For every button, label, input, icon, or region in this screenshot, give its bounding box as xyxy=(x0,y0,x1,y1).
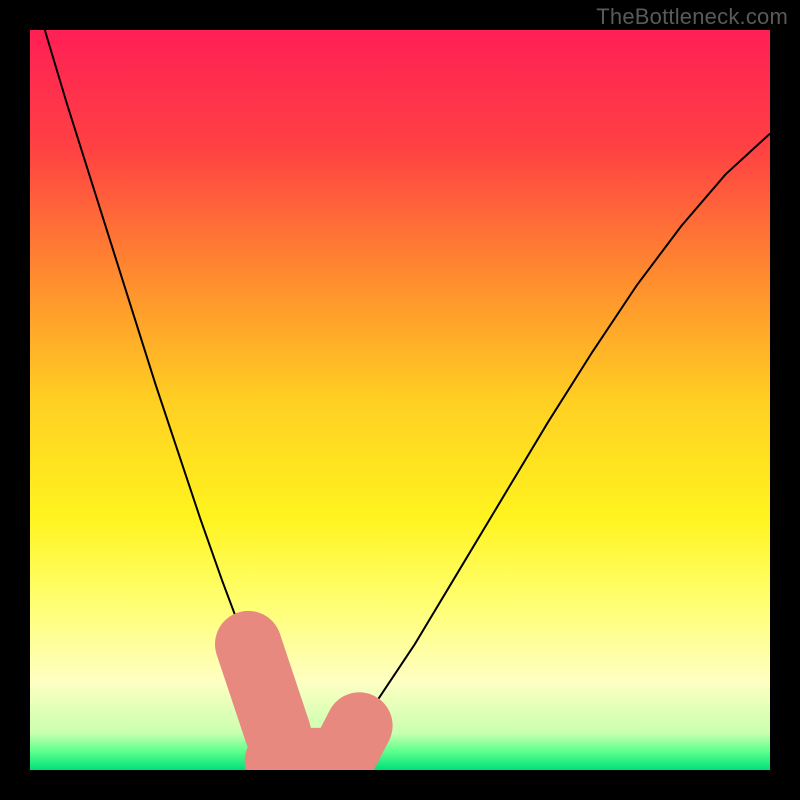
watermark-text: TheBottleneck.com xyxy=(596,4,788,30)
highlight-left xyxy=(248,644,278,733)
highlight-right xyxy=(341,726,360,762)
chart-background xyxy=(30,30,770,770)
bottleneck-chart xyxy=(30,30,770,770)
chart-frame xyxy=(30,30,770,770)
